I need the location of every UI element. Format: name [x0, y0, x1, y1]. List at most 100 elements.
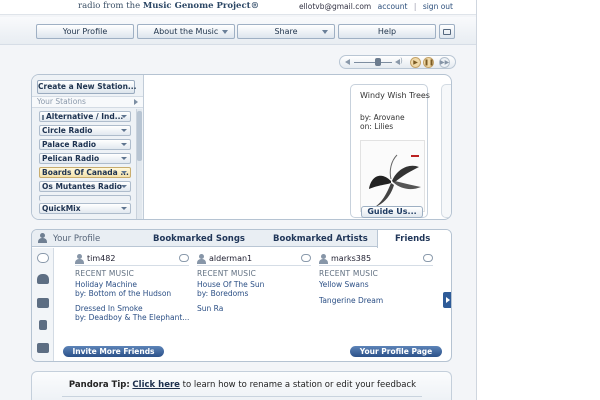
chevron-down-icon[interactable]	[121, 157, 127, 160]
guide-us-button[interactable]: Guide Us...	[361, 206, 423, 218]
recent-song[interactable]: House Of The Sun	[197, 280, 264, 289]
friend-name[interactable]: alderman1	[209, 254, 252, 263]
user-icon	[38, 233, 47, 243]
invite-friends-button[interactable]: Invite More Friends	[63, 346, 164, 357]
chevron-down-icon[interactable]	[121, 185, 127, 188]
friend-name[interactable]: marks385	[331, 254, 371, 263]
recent-music-label: RECENT MUSIC	[75, 269, 135, 278]
top-bar: radio from the Music Genome Project® ell…	[0, 0, 476, 15]
print-button[interactable]	[439, 24, 455, 39]
nav-share[interactable]: Share	[237, 24, 335, 39]
chat-bubble-icon[interactable]	[423, 254, 433, 262]
chevron-down-icon[interactable]	[121, 207, 127, 210]
station-list: Create a New Station... Your Stations Al…	[32, 75, 144, 219]
profile-tabs: Your Profile Bookmarked Songs Bookmarked…	[32, 230, 451, 248]
friend-divider	[75, 265, 189, 266]
print-icon	[443, 29, 451, 35]
recent-song[interactable]: Dressed In Smoke	[75, 304, 143, 313]
station-item[interactable]: Alternative / Ind...	[39, 111, 131, 122]
avatar-icon[interactable]	[319, 254, 328, 265]
station-item[interactable]: Os Mutantes Radio	[39, 181, 131, 192]
sign-out-link[interactable]: sign out	[423, 2, 453, 11]
chevron-down-icon	[322, 30, 328, 34]
film-icon[interactable]	[37, 343, 49, 353]
tagline-prefix: radio from the	[78, 1, 143, 11]
avatar-icon[interactable]	[75, 254, 84, 265]
user-email: ellotvb@gmail.com	[298, 2, 372, 11]
tab-bookmarked-artists[interactable]: Bookmarked Artists	[273, 233, 368, 245]
next-friends-button[interactable]	[443, 292, 451, 308]
station-list-scrollbar[interactable]	[136, 109, 142, 219]
chevron-down-icon	[222, 30, 228, 34]
album-art[interactable]	[360, 140, 425, 212]
skip-icon[interactable]: ▶▶	[439, 57, 450, 68]
recent-artist[interactable]: by: Deadboy & The Elephant...	[75, 313, 189, 322]
station-item[interactable]: Circle Radio	[39, 125, 131, 136]
pandora-tip-bar: Pandora Tip: Click here to learn how to …	[31, 371, 452, 400]
play-icon[interactable]: ▶	[410, 57, 421, 68]
nav-help[interactable]: Help	[338, 24, 436, 39]
friend-divider	[197, 265, 311, 266]
nav-share-label: Share	[274, 27, 298, 36]
chevron-down-icon[interactable]	[121, 143, 127, 146]
tagline-brand: Music Genome Project®	[142, 1, 260, 11]
avatar-icon[interactable]	[197, 254, 206, 265]
volume-knob[interactable]	[375, 58, 381, 66]
chevron-down-icon[interactable]	[121, 115, 127, 118]
chevron-down-icon[interactable]	[121, 129, 127, 132]
recent-song[interactable]: Holiday Machine	[75, 280, 137, 289]
chevron-down-icon[interactable]	[121, 171, 127, 174]
profile-side-icons	[32, 248, 54, 361]
tagline: radio from the Music Genome Project®	[78, 1, 259, 11]
your-stations-header[interactable]: Your Stations	[32, 96, 143, 108]
station-label: Pelican Radio	[42, 154, 100, 163]
person-icon[interactable]	[37, 274, 49, 284]
station-label: QuickMix	[42, 204, 81, 213]
tab-friends-active[interactable]: Friends	[377, 230, 451, 248]
recent-artist[interactable]: by: Boredoms	[197, 289, 248, 298]
profile-page-button[interactable]: Your Profile Page	[350, 346, 442, 357]
chat-bubble-icon[interactable]	[301, 254, 311, 262]
player-controls: ▶ ❚❚ ▶▶	[339, 55, 456, 69]
recent-artist[interactable]: Tangerine Dream	[319, 296, 383, 305]
friend-card: tim482 RECENT MUSIC Holiday Machine by: …	[75, 252, 193, 332]
now-playing-card: Windy Wish Trees by: Arovane on: Lilies	[350, 84, 430, 218]
nav-your-profile[interactable]: Your Profile	[36, 24, 134, 39]
nav-your-profile-label: Your Profile	[62, 27, 108, 36]
tip-divider	[62, 396, 422, 397]
tab-bookmarked-songs[interactable]: Bookmarked Songs	[153, 233, 245, 245]
tip-text: Pandora Tip: Click here to learn how to …	[32, 380, 453, 390]
email-icon[interactable]	[37, 298, 49, 308]
pause-icon[interactable]: ❚❚	[423, 57, 434, 68]
chat-bubble-icon[interactable]	[179, 254, 189, 262]
volume-down-icon[interactable]	[345, 59, 351, 65]
station-item-selected[interactable]: Boards Of Canada ...	[39, 167, 131, 178]
volume-up-icon[interactable]	[395, 57, 403, 66]
friend-name[interactable]: tim482	[87, 254, 115, 263]
tip-link[interactable]: Click here	[132, 380, 180, 390]
recent-artist[interactable]: Yellow Swans	[319, 280, 369, 289]
station-item[interactable]: Pelican Radio	[39, 153, 131, 164]
tab-your-profile[interactable]: Your Profile	[53, 233, 100, 245]
tab-friends[interactable]: Friends	[395, 233, 430, 245]
station-item-partial[interactable]	[39, 195, 131, 201]
mobile-icon[interactable]	[39, 320, 47, 330]
music-note-icon[interactable]	[37, 253, 49, 263]
station-item-quickmix[interactable]: QuickMix	[39, 203, 131, 214]
station-item[interactable]: Palace Radio	[39, 139, 131, 150]
scroll-thumb[interactable]	[137, 111, 142, 161]
recent-artist[interactable]: Sun Ra	[197, 304, 223, 313]
main-nav: Your Profile About the Music Share Help	[0, 17, 476, 45]
friend-card: marks385 RECENT MUSIC Yellow Swans Tange…	[319, 252, 437, 332]
profile-panel: Your Profile Bookmarked Songs Bookmarked…	[31, 229, 452, 362]
pandora-page: radio from the Music Genome Project® ell…	[0, 0, 477, 400]
recent-artist[interactable]: by: Bottom of the Hudson	[75, 289, 171, 298]
volume-slider[interactable]	[354, 62, 392, 63]
nav-help-label: Help	[377, 27, 397, 36]
create-station-button[interactable]: Create a New Station...	[37, 80, 136, 94]
tip-message: to learn how to rename a station or edit…	[179, 380, 417, 390]
song-album: on: Lilies	[360, 122, 394, 131]
nav-about-the-music[interactable]: About the Music	[137, 24, 235, 39]
account-link[interactable]: account	[378, 2, 408, 11]
song-title: Windy Wish Trees	[360, 91, 430, 100]
